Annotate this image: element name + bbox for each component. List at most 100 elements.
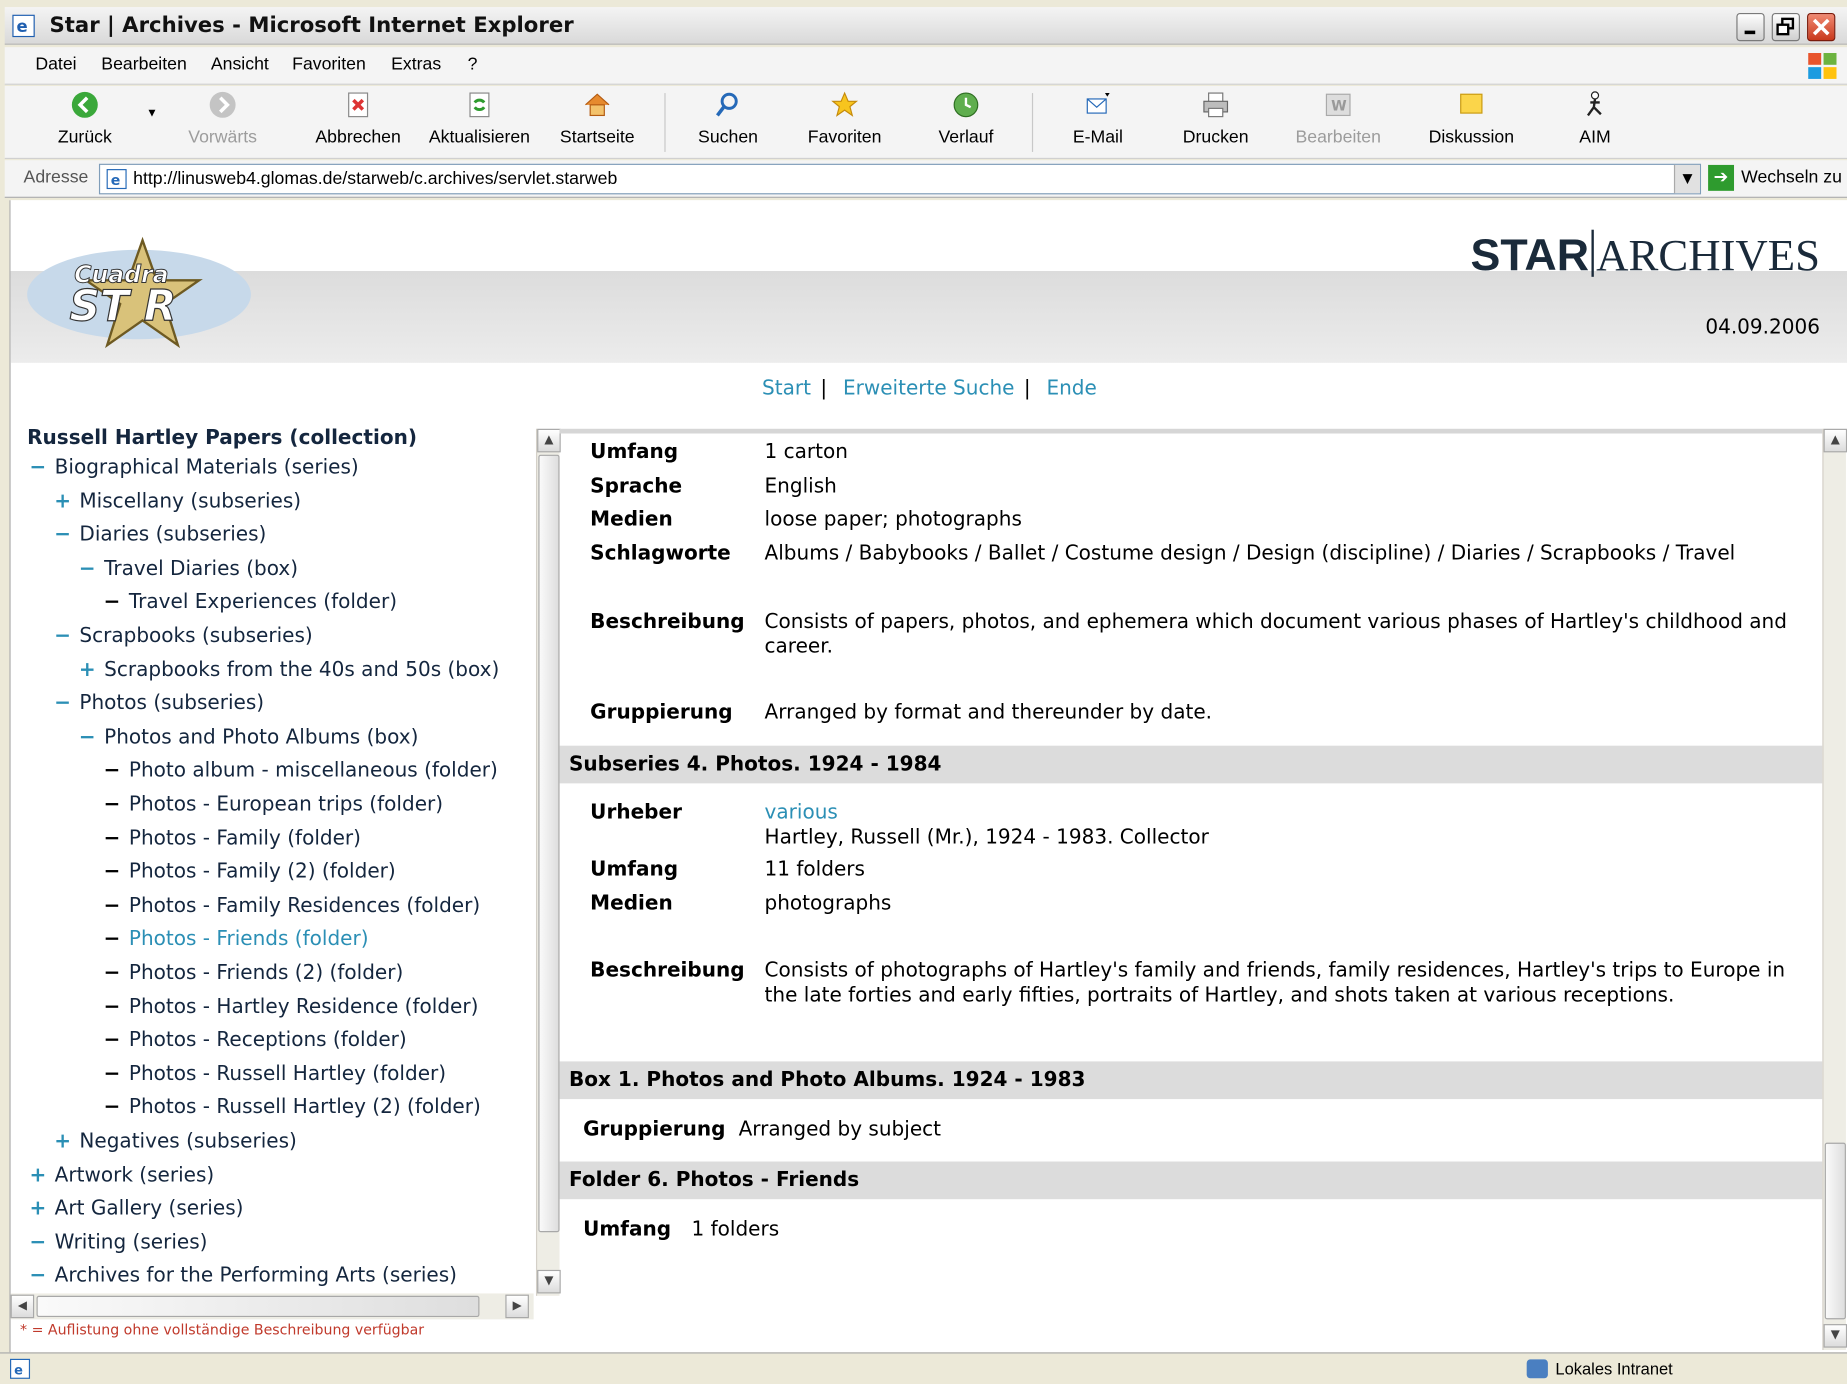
search-button[interactable]: Suchen [695,91,761,147]
back-button[interactable]: Zurück [52,91,118,147]
menu-help[interactable]: ? [468,54,478,74]
tree-node-label[interactable]: Photos - Friends (folder) [129,928,369,952]
collapse-icon[interactable]: − [104,826,123,850]
tree-node-label[interactable]: Photos and Photo Albums (box) [104,725,418,749]
mail-button[interactable]: E-Mail [1065,91,1131,147]
nav-end-link[interactable]: Ende [1046,377,1096,401]
tree-node[interactable]: − Writing (series) [29,1231,207,1255]
tree-node[interactable]: + Miscellany (subseries) [54,490,301,514]
tree-node[interactable]: + Art Gallery (series) [29,1197,243,1221]
tree-node-label[interactable]: Travel Experiences (folder) [129,591,397,615]
scroll-thumb[interactable] [1824,1142,1846,1320]
tree-node[interactable]: + Scrapbooks from the 40s and 50s (box) [79,658,499,682]
tree-vertical-scrollbar[interactable]: ▲ ▼ [535,428,561,1296]
collapse-icon[interactable]: − [104,894,123,918]
expand-icon[interactable]: + [29,1163,48,1187]
tree-node-label[interactable]: Photos - Hartley Residence (folder) [129,995,479,1019]
tree-node-label[interactable]: Photos - Friends (2) (folder) [129,961,403,985]
collapse-icon[interactable]: − [104,928,123,952]
tree-node[interactable]: − Photos - Friends (2) (folder) [104,961,404,985]
tree-node[interactable]: − Photos - Russell Hartley (2) (folder) [104,1096,481,1120]
collapse-icon[interactable]: − [104,961,123,985]
tree-horizontal-scrollbar[interactable]: ◀ ▶ [10,1293,534,1320]
scroll-up-button[interactable]: ▲ [537,428,561,453]
collapse-icon[interactable]: − [104,995,123,1019]
tree-node-label[interactable]: Archives for the Performing Arts (series… [55,1264,457,1288]
collapse-icon[interactable]: − [29,1231,48,1255]
scroll-left-button[interactable]: ◀ [10,1294,35,1319]
tree-node[interactable]: − Photos and Photo Albums (box) [79,725,418,749]
edit-button[interactable]: W Bearbeiten [1293,91,1383,147]
tree-node[interactable]: − Scrapbooks (subseries) [54,624,313,648]
tree-node-label[interactable]: Art Gallery (series) [55,1197,244,1221]
favorites-button[interactable]: Favoriten [803,91,885,147]
tree-node[interactable]: − Travel Diaries (box) [79,557,298,581]
scroll-down-button[interactable]: ▼ [1823,1324,1847,1348]
nav-start-link[interactable]: Start [762,377,811,401]
collapse-icon[interactable]: − [104,793,123,817]
tree-node-label[interactable]: Photos - European trips (folder) [129,793,443,817]
tree-node[interactable]: − Photos - Hartley Residence (folder) [104,995,479,1019]
collapse-icon[interactable]: − [54,624,73,648]
tree-node[interactable]: − Diaries (subseries) [54,523,266,547]
detail-vertical-scrollbar[interactable]: ▲ ▼ [1822,428,1847,1350]
history-button[interactable]: Verlauf [933,91,999,147]
tree-node-label[interactable]: Miscellany (subseries) [79,490,301,514]
collapse-icon[interactable]: − [79,557,98,581]
tree-node[interactable]: − Photos - Friends (folder) [104,928,369,952]
stop-button[interactable]: Abbrechen [313,91,403,147]
collapse-icon[interactable]: − [104,1062,123,1086]
back-dropdown[interactable]: ▼ [144,107,160,120]
tree-node[interactable]: − Photos - Russell Hartley (folder) [104,1062,446,1086]
tree-node-label[interactable]: Photos (subseries) [79,692,264,716]
tree-node-label[interactable]: Writing (series) [55,1231,208,1255]
tree-node[interactable]: − Biographical Materials (series) [29,456,358,480]
tree-node[interactable]: − Photos - Family (2) (folder) [104,860,396,884]
tree-node[interactable]: − Photos (subseries) [54,692,264,716]
tree-node[interactable]: − Photo album - miscellaneous (folder) [104,759,498,783]
collapse-icon[interactable]: − [104,1029,123,1053]
address-dropdown-button[interactable]: ▼ [1673,164,1700,194]
tree-node-label[interactable]: Diaries (subseries) [79,523,266,547]
minimize-button[interactable] [1736,12,1765,42]
nav-advanced-search-link[interactable]: Erweiterte Suche [843,377,1015,401]
tree-node-label[interactable]: Negatives (subseries) [79,1130,296,1154]
tree-node-label[interactable]: Biographical Materials (series) [55,456,359,480]
tree-node[interactable]: − Travel Experiences (folder) [104,591,397,615]
aim-button[interactable]: AIM [1571,91,1618,147]
collapse-icon[interactable]: − [104,591,123,615]
collapse-icon[interactable]: − [29,456,48,480]
menu-ansicht[interactable]: Ansicht [211,54,269,74]
scroll-thumb[interactable] [538,454,560,1233]
tree-node[interactable]: + Negatives (subseries) [54,1130,297,1154]
tree-node-label[interactable]: Scrapbooks (subseries) [79,624,312,648]
collapse-icon[interactable]: − [79,725,98,749]
tree-node-label[interactable]: Photos - Russell Hartley (folder) [129,1062,446,1086]
h-scroll-thumb[interactable] [36,1295,480,1318]
refresh-button[interactable]: Aktualisieren [426,91,532,147]
collapse-icon[interactable]: − [54,523,73,547]
tree-root[interactable]: Russell Hartley Papers (collection) [27,426,417,450]
collapse-icon[interactable]: − [54,692,73,716]
tree-node-label[interactable]: Travel Diaries (box) [104,557,298,581]
menu-bearbeiten[interactable]: Bearbeiten [101,54,186,74]
expand-icon[interactable]: + [79,658,98,682]
tree-node[interactable]: − Photos - Family (folder) [104,826,361,850]
scroll-right-button[interactable]: ▶ [505,1294,529,1319]
close-button[interactable] [1807,12,1836,42]
tree-node-label[interactable]: Photos - Family (folder) [129,826,361,850]
restore-button[interactable] [1771,12,1800,42]
home-button[interactable]: Startseite [556,91,638,147]
expand-icon[interactable]: + [54,1130,73,1154]
expand-icon[interactable]: + [29,1197,48,1221]
address-field[interactable]: e http://linusweb4.glomas.de/starweb/c.a… [98,163,1702,195]
tree-node-label[interactable]: Scrapbooks from the 40s and 50s (box) [104,658,499,682]
urheber-link[interactable]: various [765,801,838,825]
collapse-icon[interactable]: − [104,860,123,884]
collapse-icon[interactable]: − [29,1264,48,1288]
menu-favoriten[interactable]: Favoriten [292,54,366,74]
expand-icon[interactable]: + [54,490,73,514]
print-button[interactable]: Drucken [1180,91,1251,147]
menu-datei[interactable]: Datei [35,54,76,74]
tree-node-label[interactable]: Photos - Family Residences (folder) [129,894,480,918]
